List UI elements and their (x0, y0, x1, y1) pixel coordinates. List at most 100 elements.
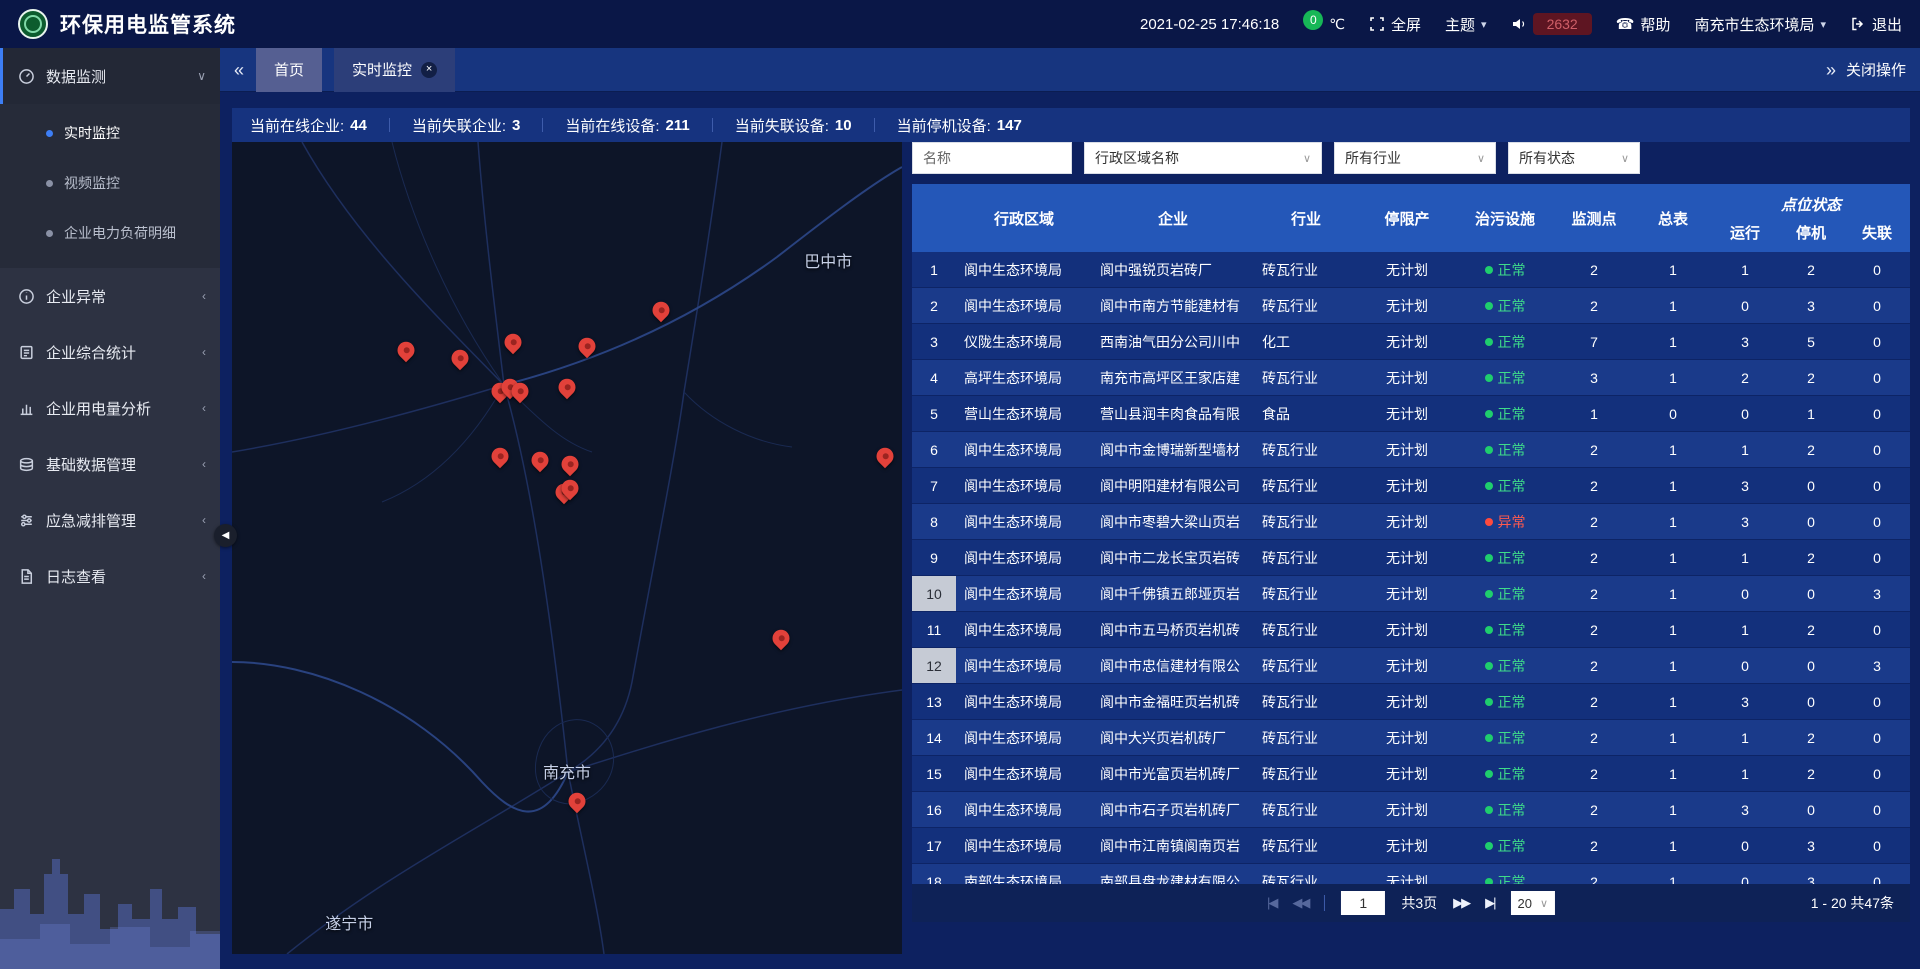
alarm-button[interactable]: 2632 (1511, 13, 1592, 35)
scroll-tabs-left-icon[interactable]: « (234, 61, 244, 79)
table-row[interactable]: 13阆中生态环境局阆中市金福旺页岩机砖砖瓦行业无计划正常21300 (912, 684, 1910, 720)
tab-label: 实时监控 (352, 59, 412, 80)
last-page-button[interactable]: ▶| (1485, 895, 1494, 911)
table-row[interactable]: 5营山生态环境局营山县润丰肉食品有限食品无计划正常10010 (912, 396, 1910, 432)
table-row[interactable]: 1阆中生态环境局阆中强锐页岩砖厂砖瓦行业无计划正常21120 (912, 252, 1910, 288)
cell-run: 3 (1712, 684, 1778, 719)
scroll-tabs-right-icon[interactable]: » (1826, 61, 1836, 79)
table-row[interactable]: 9阆中生态环境局阆中市二龙长宝页岩砖砖瓦行业无计划正常21120 (912, 540, 1910, 576)
cell-meter: 1 (1634, 612, 1712, 647)
status-dot-icon (1485, 554, 1493, 562)
cell-limit: 无计划 (1358, 252, 1456, 287)
sliders-icon (18, 512, 35, 529)
cell-facility: 正常 (1456, 396, 1554, 431)
sidebar-subitem-label: 视频监控 (64, 173, 120, 193)
sidebar-item-1[interactable]: 企业异常‹ (0, 268, 220, 324)
tab-realtime-monitor[interactable]: 实时监控 × (334, 48, 455, 92)
sidebar-item-3[interactable]: 企业用电量分析‹ (0, 380, 220, 436)
facility-status-label: 正常 (1498, 728, 1526, 748)
name-filter-input[interactable] (912, 142, 1072, 174)
tab-home[interactable]: 首页 (256, 48, 322, 92)
cell-lost: 0 (1844, 756, 1910, 791)
cell-meter: 1 (1634, 828, 1712, 863)
row-index-cell: 3 (912, 324, 956, 359)
cell-facility: 正常 (1456, 252, 1554, 287)
close-operations-button[interactable]: 关闭操作 (1846, 59, 1906, 80)
cell-limit: 无计划 (1358, 576, 1456, 611)
cell-points: 2 (1554, 828, 1634, 863)
table-row[interactable]: 6阆中生态环境局阆中市金博瑞新型墙材砖瓦行业无计划正常21120 (912, 432, 1910, 468)
cell-points: 2 (1554, 612, 1634, 647)
cell-run: 0 (1712, 648, 1778, 683)
cell-points: 2 (1554, 504, 1634, 539)
sidebar-item-6[interactable]: 日志查看‹ (0, 548, 220, 604)
sidebar-subitem-1[interactable]: 视频监控 (0, 158, 220, 208)
chevron-left-icon: ‹ (202, 569, 206, 583)
cell-region: 阆中生态环境局 (956, 828, 1092, 863)
help-button[interactable]: ☎ 帮助 (1616, 14, 1671, 35)
facility-status-label: 正常 (1498, 764, 1526, 784)
main-area: « 首页 实时监控 × » 关闭操作 当前在线企业:44当前失联企业:3当前在线… (220, 48, 1920, 969)
cell-run: 3 (1712, 792, 1778, 827)
sidebar-collapse-button[interactable]: ◀ (214, 524, 237, 547)
temperature-display: 0 ℃ (1303, 14, 1345, 34)
cell-region: 阆中生态环境局 (956, 432, 1092, 467)
sidebar-subitem-2[interactable]: 企业电力负荷明细 (0, 208, 220, 258)
table-row[interactable]: 16阆中生态环境局阆中市石子页岩机砖厂砖瓦行业无计划正常21300 (912, 792, 1910, 828)
sidebar-item-0[interactable]: 数据监测∨ (0, 48, 220, 104)
first-page-button[interactable]: |◀ (1267, 895, 1276, 911)
cell-run: 0 (1712, 864, 1778, 884)
table-row[interactable]: 17阆中生态环境局阆中市江南镇阆南页岩砖瓦行业无计划正常21030 (912, 828, 1910, 864)
cell-points: 2 (1554, 648, 1634, 683)
sidebar-subitem-0[interactable]: 实时监控 (0, 108, 220, 158)
map-panel[interactable]: 巴中市南充市遂宁市 (232, 142, 902, 954)
table-row[interactable]: 15阆中生态环境局阆中市光富页岩机砖厂砖瓦行业无计划正常21120 (912, 756, 1910, 792)
sidebar-item-2[interactable]: 企业综合统计‹ (0, 324, 220, 380)
org-dropdown[interactable]: 南充市生态环境局 ▾ (1694, 14, 1826, 35)
table-row[interactable]: 18南部生态环境局南部县盘龙建材有限公砖瓦行业无计划正常21030 (912, 864, 1910, 884)
table-row[interactable]: 8阆中生态环境局阆中市枣碧大梁山页岩砖瓦行业无计划异常21300 (912, 504, 1910, 540)
sidebar-item-5[interactable]: 应急减排管理‹ (0, 492, 220, 548)
cell-region: 高坪生态环境局 (956, 360, 1092, 395)
cell-run: 1 (1712, 252, 1778, 287)
logout-button[interactable]: 退出 (1850, 14, 1902, 35)
fullscreen-icon (1369, 16, 1385, 32)
facility-status-label: 正常 (1498, 656, 1526, 676)
next-page-button[interactable]: ▶▶ (1453, 895, 1469, 911)
page-size-select[interactable]: 20 ∨ (1511, 891, 1556, 915)
status-filter-select[interactable]: 所有状态 ∨ (1508, 142, 1640, 174)
tab-close-icon[interactable]: × (421, 62, 437, 78)
cell-facility: 正常 (1456, 828, 1554, 863)
table-row[interactable]: 14阆中生态环境局阆中大兴页岩机砖厂砖瓦行业无计划正常21120 (912, 720, 1910, 756)
prev-page-button[interactable]: ◀◀ (1292, 895, 1308, 911)
fullscreen-button[interactable]: 全屏 (1369, 14, 1421, 35)
sidebar-menu: 数据监测∨实时监控视频监控企业电力负荷明细企业异常‹企业综合统计‹企业用电量分析… (0, 48, 220, 604)
stat-label: 当前失联企业: (412, 115, 506, 136)
sidebar-item-4[interactable]: 基础数据管理‹ (0, 436, 220, 492)
industry-filter-select[interactable]: 所有行业 ∨ (1334, 142, 1496, 174)
cell-limit: 无计划 (1358, 288, 1456, 323)
cell-meter: 1 (1634, 504, 1712, 539)
col-stop: 停机 (1778, 222, 1844, 243)
cell-run: 1 (1712, 756, 1778, 791)
table-row[interactable]: 10阆中生态环境局阆中千佛镇五郎垭页岩砖瓦行业无计划正常21003 (912, 576, 1910, 612)
row-index-cell: 2 (912, 288, 956, 323)
cell-company: 阆中市五马桥页岩机砖 (1092, 612, 1254, 647)
page-number-input[interactable] (1341, 891, 1385, 915)
table-row[interactable]: 4高坪生态环境局南充市高坪区王家店建砖瓦行业无计划正常31220 (912, 360, 1910, 396)
help-label: 帮助 (1640, 14, 1670, 35)
top-header: 环保用电监管系统 2021-02-25 17:46:18 0 ℃ 全屏 主题 ▾… (0, 0, 1920, 48)
table-row[interactable]: 7阆中生态环境局阆中明阳建材有限公司砖瓦行业无计划正常21300 (912, 468, 1910, 504)
theme-dropdown[interactable]: 主题 ▾ (1445, 14, 1487, 35)
region-filter-select[interactable]: 行政区域名称 ∨ (1084, 142, 1322, 174)
table-row[interactable]: 3仪陇生态环境局西南油气田分公司川中化工无计划正常71350 (912, 324, 1910, 360)
table-row[interactable]: 11阆中生态环境局阆中市五马桥页岩机砖砖瓦行业无计划正常21120 (912, 612, 1910, 648)
report-icon (18, 344, 35, 361)
cell-industry: 砖瓦行业 (1254, 540, 1358, 575)
cell-meter: 1 (1634, 792, 1712, 827)
table-row[interactable]: 12阆中生态环境局阆中市忠信建材有限公砖瓦行业无计划正常21003 (912, 648, 1910, 684)
tab-label: 首页 (274, 59, 304, 80)
table-row[interactable]: 2阆中生态环境局阆中市南方节能建材有砖瓦行业无计划正常21030 (912, 288, 1910, 324)
theme-label: 主题 (1445, 14, 1475, 35)
cell-limit: 无计划 (1358, 468, 1456, 503)
